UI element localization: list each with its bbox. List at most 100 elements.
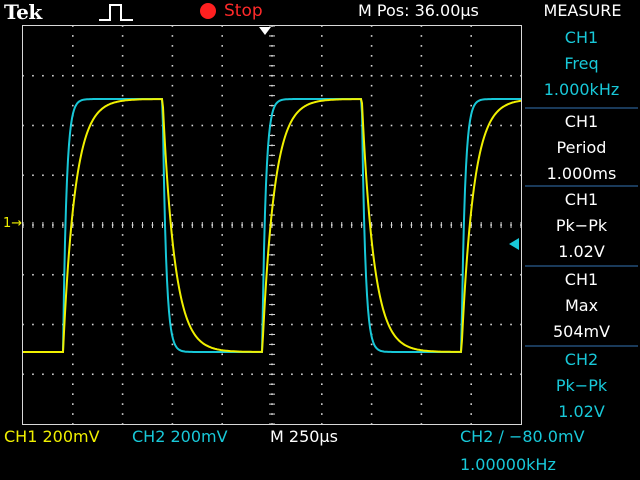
grid-dot bbox=[370, 303, 373, 306]
trigger-settings[interactable]: CH2 ∕ −80.0mV bbox=[460, 427, 585, 446]
grid-dot bbox=[32, 373, 34, 376]
grid-dot bbox=[171, 35, 174, 37]
measurement-channel: CH2 bbox=[564, 350, 599, 369]
grid-dot bbox=[171, 353, 174, 356]
grid-dot bbox=[321, 164, 323, 167]
grid-dot bbox=[121, 164, 124, 167]
measurement-3[interactable]: CH1 Pk−Pk 1.02V bbox=[525, 185, 638, 263]
grid-dot bbox=[121, 333, 124, 336]
grid-dot bbox=[81, 273, 84, 276]
grid-dot bbox=[81, 124, 84, 127]
grid-dot bbox=[510, 323, 512, 326]
grid-dot bbox=[321, 214, 323, 216]
trigger-edge-icon bbox=[99, 4, 133, 21]
grid-dot bbox=[460, 74, 463, 77]
ch1-scale[interactable]: CH1 200mV bbox=[4, 427, 100, 446]
grid-dot bbox=[111, 323, 114, 326]
grid-dot bbox=[191, 174, 194, 177]
grid-dot bbox=[470, 194, 472, 196]
grid-dot bbox=[181, 124, 184, 127]
grid-dot bbox=[72, 55, 74, 57]
grid-dot bbox=[480, 74, 482, 77]
grid-dot bbox=[450, 74, 453, 77]
grid-dot bbox=[151, 74, 154, 77]
grid-dot bbox=[42, 174, 44, 177]
measurement-4[interactable]: CH1 Max 504mV bbox=[525, 265, 638, 343]
grid-dot bbox=[470, 303, 472, 306]
grid-dot bbox=[171, 26, 174, 27]
grid-dot bbox=[72, 333, 74, 336]
grid-dot bbox=[321, 383, 323, 385]
grid-dot bbox=[321, 254, 323, 256]
grid-dot bbox=[510, 74, 512, 77]
grid-dot bbox=[321, 45, 323, 47]
grid-dot bbox=[121, 383, 124, 385]
grid-dot bbox=[221, 26, 223, 27]
grid-dot bbox=[121, 343, 124, 346]
grid-dot bbox=[520, 124, 521, 127]
run-state-dot-icon bbox=[200, 3, 216, 19]
grid-dot bbox=[101, 174, 104, 177]
grid-dot bbox=[410, 174, 413, 177]
grid-dot bbox=[72, 154, 74, 157]
grid-dot bbox=[72, 194, 74, 196]
grid-dot bbox=[420, 184, 423, 186]
grid-dot bbox=[350, 124, 353, 127]
grid-dot bbox=[121, 174, 124, 177]
grid-dot bbox=[121, 273, 124, 276]
grid-dot bbox=[420, 45, 423, 47]
grid-dot bbox=[430, 124, 433, 127]
measurement-name: Max bbox=[564, 296, 599, 315]
measurement-5[interactable]: CH2 Pk−Pk 1.02V bbox=[525, 345, 638, 423]
grid-dot bbox=[370, 164, 373, 167]
grid-dot bbox=[420, 264, 423, 266]
grid-dot bbox=[500, 373, 502, 376]
grid-dot bbox=[370, 423, 373, 424]
grid-dot bbox=[171, 423, 174, 424]
grid-dot bbox=[131, 373, 134, 376]
grid-dot bbox=[370, 204, 373, 206]
grid-dot bbox=[72, 124, 74, 127]
grid-dot bbox=[420, 134, 423, 137]
grid-dot bbox=[171, 393, 174, 395]
grid-dot bbox=[101, 74, 104, 77]
grid-dot bbox=[221, 65, 223, 67]
grid-dot bbox=[330, 124, 333, 127]
grid-dot bbox=[470, 104, 472, 107]
timebase[interactable]: M 250µs bbox=[270, 427, 338, 446]
grid-dot bbox=[470, 65, 472, 67]
grid-dot bbox=[400, 323, 403, 326]
grid-dot bbox=[221, 174, 223, 177]
grid-dot bbox=[370, 35, 373, 37]
measurement-name: Freq bbox=[564, 54, 599, 73]
measure-menu-title[interactable]: MEASURE bbox=[525, 1, 640, 20]
measurement-1[interactable]: CH1 Freq 1.000kHz bbox=[525, 25, 638, 105]
grid-dot bbox=[321, 104, 323, 107]
grid-dot bbox=[350, 174, 353, 177]
footer-bar: CH1 200mV CH2 200mV M 250µs CH2 ∕ −80.0m… bbox=[0, 425, 640, 480]
measurement-2[interactable]: CH1 Period 1.000ms bbox=[525, 107, 638, 183]
grid-dot bbox=[72, 303, 74, 306]
horizontal-position: M Pos: 36.00µs bbox=[358, 1, 479, 20]
grid-dot bbox=[72, 244, 74, 246]
grid-dot bbox=[121, 184, 124, 186]
grid-dot bbox=[62, 373, 64, 376]
grid-dot bbox=[191, 124, 194, 127]
grid-dot bbox=[42, 273, 44, 276]
grid-dot bbox=[72, 313, 74, 316]
grid-dot bbox=[360, 74, 363, 77]
ch2-scale[interactable]: CH2 200mV bbox=[132, 427, 228, 446]
grid-dot bbox=[321, 264, 323, 266]
grid-dot bbox=[211, 373, 214, 376]
grid-dot bbox=[400, 74, 403, 77]
grid-dot bbox=[430, 273, 433, 276]
grid-dot bbox=[91, 323, 94, 326]
grid-dot bbox=[171, 383, 174, 385]
grid-dot bbox=[52, 373, 54, 376]
grid-dot bbox=[171, 194, 174, 196]
grid-dot bbox=[221, 104, 223, 107]
grid-dot bbox=[500, 174, 502, 177]
grid-dot bbox=[131, 124, 134, 127]
grid-dot bbox=[410, 323, 413, 326]
grid-dot bbox=[72, 174, 74, 177]
